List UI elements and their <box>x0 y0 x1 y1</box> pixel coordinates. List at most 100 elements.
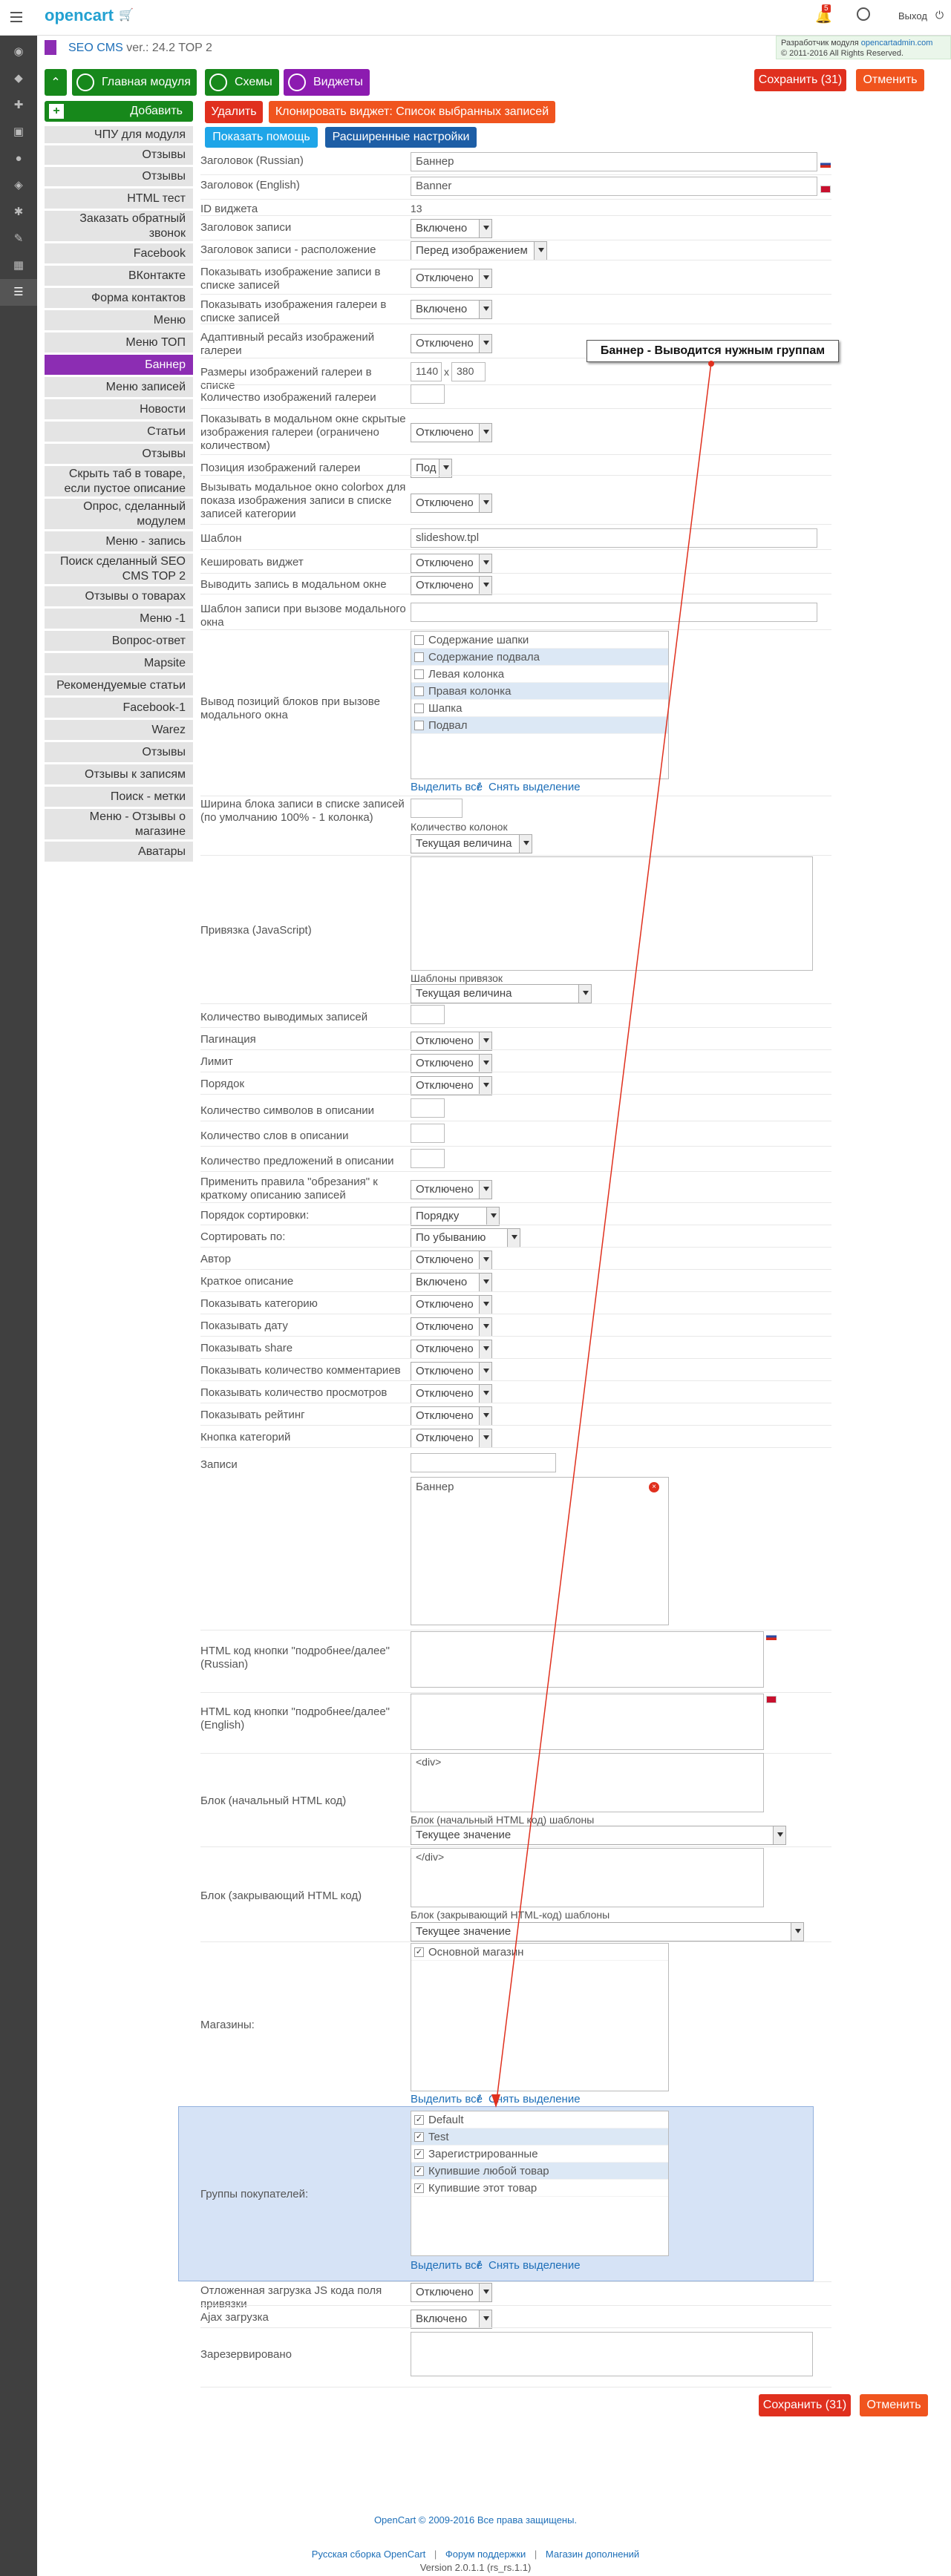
select-pagination[interactable]: Отключено <box>411 1032 492 1051</box>
sidebar-item[interactable]: Поиск - метки <box>45 787 193 807</box>
tab-widgets[interactable]: Виджеты <box>284 69 370 96</box>
list-item[interactable]: ✓ Основной магазин <box>411 1944 668 1961</box>
sidebar-item[interactable]: ЧПУ для модуля <box>45 126 193 144</box>
logout-icon[interactable]: ⏻ <box>935 9 944 22</box>
cancel-button-bottom[interactable]: Отменить <box>860 2394 928 2416</box>
save-button-top[interactable]: Сохранить (31) <box>754 69 846 91</box>
sidebar-item[interactable]: Отзывы <box>45 167 193 187</box>
checkbox[interactable] <box>414 669 424 679</box>
block-start-textarea[interactable]: <div> <box>411 1753 764 1812</box>
records-item[interactable]: Баннер × <box>411 1478 668 1496</box>
sidebar-item[interactable]: Вопрос-ответ <box>45 631 193 652</box>
select-ajax[interactable]: Включено <box>411 2310 492 2329</box>
sidebar-item[interactable]: Отзывы <box>45 444 193 465</box>
select-show_img_list[interactable]: Отключено <box>411 269 492 288</box>
checkbox[interactable] <box>414 720 424 730</box>
input-title_ru[interactable]: Баннер <box>411 152 817 171</box>
list-item[interactable]: ✓ Купившие любой товар <box>411 2163 668 2180</box>
list-item[interactable]: Правая колонка <box>411 683 668 700</box>
select-show_gallery_list[interactable]: Включено <box>411 300 492 319</box>
checkbox-checked[interactable]: ✓ <box>414 2183 424 2193</box>
checkbox[interactable] <box>414 686 424 696</box>
sidebar-item[interactable]: Меню - запись <box>45 531 193 552</box>
positions-list[interactable]: Содержание шапки Содержание подвала Левая … <box>411 631 669 779</box>
customer-groups-list[interactable]: ✓ Default ✓ Test ✓ Зарегистрированные ✓ Купивши… <box>411 2111 669 2256</box>
reserved-textarea[interactable] <box>411 2332 813 2376</box>
up-arrow-button[interactable]: ⌃ <box>45 69 67 96</box>
logout-link[interactable]: Выход <box>898 10 927 22</box>
groups-select-all[interactable]: Выделить всё <box>411 2259 483 2272</box>
select-width_col[interactable]: Текущая величина <box>411 834 532 853</box>
javascript-textarea[interactable] <box>411 856 813 971</box>
select-adaptive[interactable]: Отключено <box>411 334 492 353</box>
select-order[interactable]: Отключено <box>411 1076 492 1095</box>
sidebar-item[interactable]: Поиск сделанный SEO CMS TOP 2 <box>45 554 193 585</box>
bar-chart-icon[interactable]: ▦ <box>0 252 37 279</box>
advanced-settings-button[interactable]: Расширенные настройки <box>325 127 477 148</box>
dev-link[interactable]: opencartadmin.com <box>861 39 933 47</box>
delete-button[interactable]: Удалить <box>205 101 263 123</box>
sidebar-item[interactable]: Facebook <box>45 243 193 264</box>
show-help-button[interactable]: Показать помощь <box>205 127 318 148</box>
footer-link-store[interactable]: Магазин дополнений <box>546 2549 639 2560</box>
save-button-bottom[interactable]: Сохранить (31) <box>759 2394 851 2416</box>
clone-widget-button[interactable]: Клонировать виджет: Список выбранных зап… <box>269 101 555 123</box>
select-colorbox[interactable]: Отключено <box>411 494 492 513</box>
positions-deselect[interactable]: Снять выделение <box>488 781 581 793</box>
select-rec_title_pos[interactable]: Перед изображением <box>411 241 547 260</box>
tab-schemes[interactable]: Схемы <box>205 69 279 96</box>
input-gallery-width[interactable]: 1140 <box>411 362 442 381</box>
input-gallery-height[interactable]: 380 <box>451 362 486 381</box>
stores-select-all[interactable]: Выделить всё <box>411 2093 483 2105</box>
sidebar-item[interactable]: ВКонтакте <box>45 266 193 286</box>
cog-icon[interactable]: ✱ <box>0 199 37 226</box>
positions-select-all[interactable]: Выделить всё <box>411 781 483 793</box>
select-sort_order[interactable]: Порядку <box>411 1207 500 1226</box>
list-item[interactable]: Содержание шапки <box>411 632 668 649</box>
tab-main-module[interactable]: Главная модуля <box>72 69 197 96</box>
list-item[interactable]: ✓ Default <box>411 2111 668 2128</box>
list-item[interactable]: Левая колонка <box>411 666 668 683</box>
shopping-cart-icon[interactable]: ▣ <box>0 119 37 145</box>
checkbox-checked[interactable]: ✓ <box>414 2131 424 2142</box>
globe-icon[interactable] <box>857 7 870 21</box>
input-template[interactable]: slideshow.tpl <box>411 528 817 548</box>
sidebar-item[interactable]: Скрыть таб в товаре, если пустое описани… <box>45 466 193 497</box>
select-cat_button[interactable]: Отключено <box>411 1429 492 1448</box>
cancel-button-top[interactable]: Отменить <box>856 69 924 91</box>
sidebar-item[interactable]: Форма контактов <box>45 288 193 309</box>
records-list[interactable]: Баннер × <box>411 1477 669 1625</box>
select-show_date[interactable]: Отключено <box>411 1317 492 1337</box>
groups-deselect[interactable]: Снять выделение <box>488 2259 581 2272</box>
input-title_en[interactable]: Banner <box>411 177 817 196</box>
checkbox-checked[interactable]: ✓ <box>414 1947 424 1957</box>
select-rec_title[interactable]: Включено <box>411 219 492 238</box>
select-show_comments[interactable]: Отключено <box>411 1362 492 1381</box>
menu-toggle-icon[interactable] <box>10 12 22 22</box>
select-show_cat[interactable]: Отключено <box>411 1295 492 1314</box>
stores-deselect[interactable]: Снять выделение <box>488 2093 581 2105</box>
tags-icon[interactable]: ◆ <box>0 65 37 92</box>
input-count[interactable] <box>411 1005 445 1024</box>
select-block_start_tpl[interactable]: Текущее значение <box>411 1826 786 1845</box>
input-chars[interactable] <box>411 1098 445 1118</box>
puzzle-icon[interactable]: ✚ <box>0 92 37 119</box>
sidebar-item[interactable]: Меню - Отзывы о магазине <box>45 809 193 840</box>
sidebar-item[interactable]: Аватары <box>45 842 193 862</box>
sidebar-item[interactable]: Facebook-1 <box>45 698 193 718</box>
sidebar-item[interactable]: Меню <box>45 310 193 331</box>
select-modal_hidden[interactable]: Отключено <box>411 423 492 442</box>
sidebar-item[interactable]: Меню записей <box>45 377 193 398</box>
select-show_rating[interactable]: Отключено <box>411 1406 492 1426</box>
input-modal_tpl[interactable] <box>411 603 817 622</box>
user-icon[interactable]: ● <box>0 145 37 172</box>
sidebar-item[interactable]: Отзывы к записям <box>45 764 193 785</box>
dashboard-icon[interactable]: ◉ <box>0 39 37 65</box>
checkbox[interactable] <box>414 652 424 662</box>
sidebar-item[interactable]: Отзывы о товарах <box>45 586 193 607</box>
select-trim[interactable]: Отключено <box>411 1180 492 1199</box>
select-limit[interactable]: Отключено <box>411 1054 492 1073</box>
wrench-icon[interactable]: ✎ <box>0 226 37 252</box>
list-item[interactable]: ✓ Купившие этот товар <box>411 2180 668 2197</box>
sidebar-item[interactable]: Заказать обратный звонок <box>45 211 193 242</box>
